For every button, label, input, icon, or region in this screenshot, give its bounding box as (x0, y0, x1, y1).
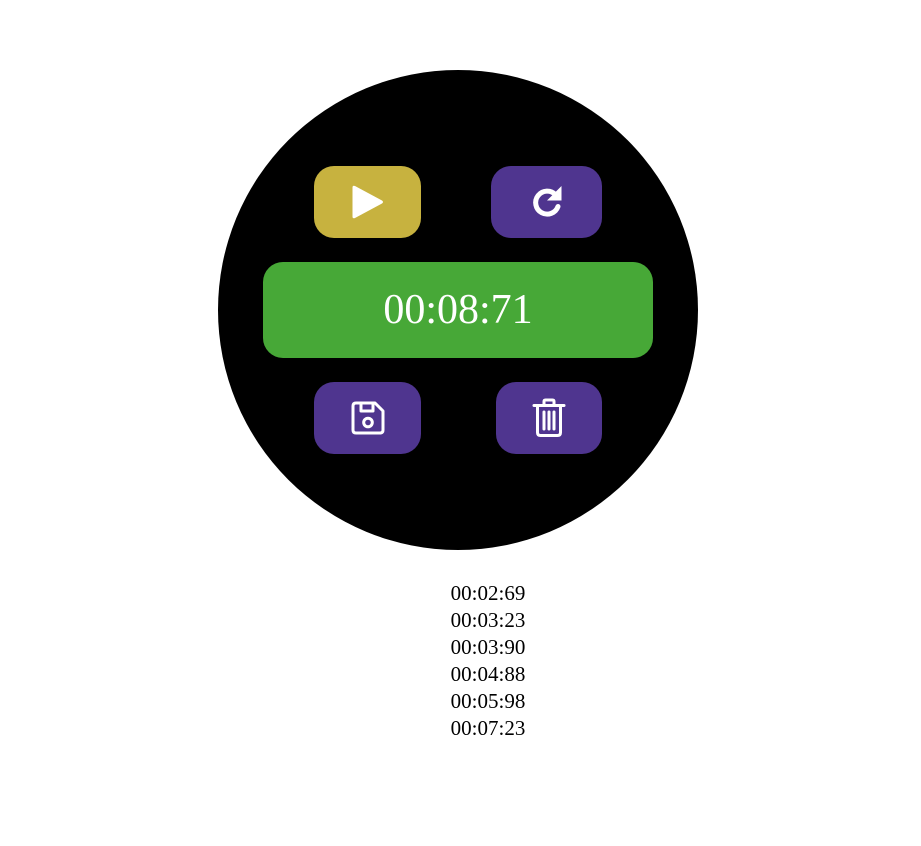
floppy-disk-icon (351, 401, 384, 435)
timer-display: 00:08:71 (263, 262, 653, 358)
lap-item: 00:07:23 (450, 716, 526, 740)
trash-icon (532, 398, 566, 437)
lap-item: 00:02:69 (450, 581, 526, 605)
lap-list: 00:02:69 00:03:23 00:03:90 00:04:88 00:0… (0, 580, 921, 742)
reset-button[interactable] (491, 166, 602, 238)
lap-item: 00:03:23 (450, 608, 526, 632)
play-icon (352, 185, 383, 219)
lap-item: 00:03:90 (450, 635, 526, 659)
timer-value: 00:08:71 (383, 287, 533, 333)
save-lap-button[interactable] (314, 382, 421, 454)
redo-arrow-icon (532, 186, 561, 217)
lap-item: 00:04:88 (450, 662, 526, 686)
lap-item: 00:05:98 (450, 689, 526, 713)
play-button[interactable] (314, 166, 421, 238)
delete-button[interactable] (496, 382, 602, 454)
